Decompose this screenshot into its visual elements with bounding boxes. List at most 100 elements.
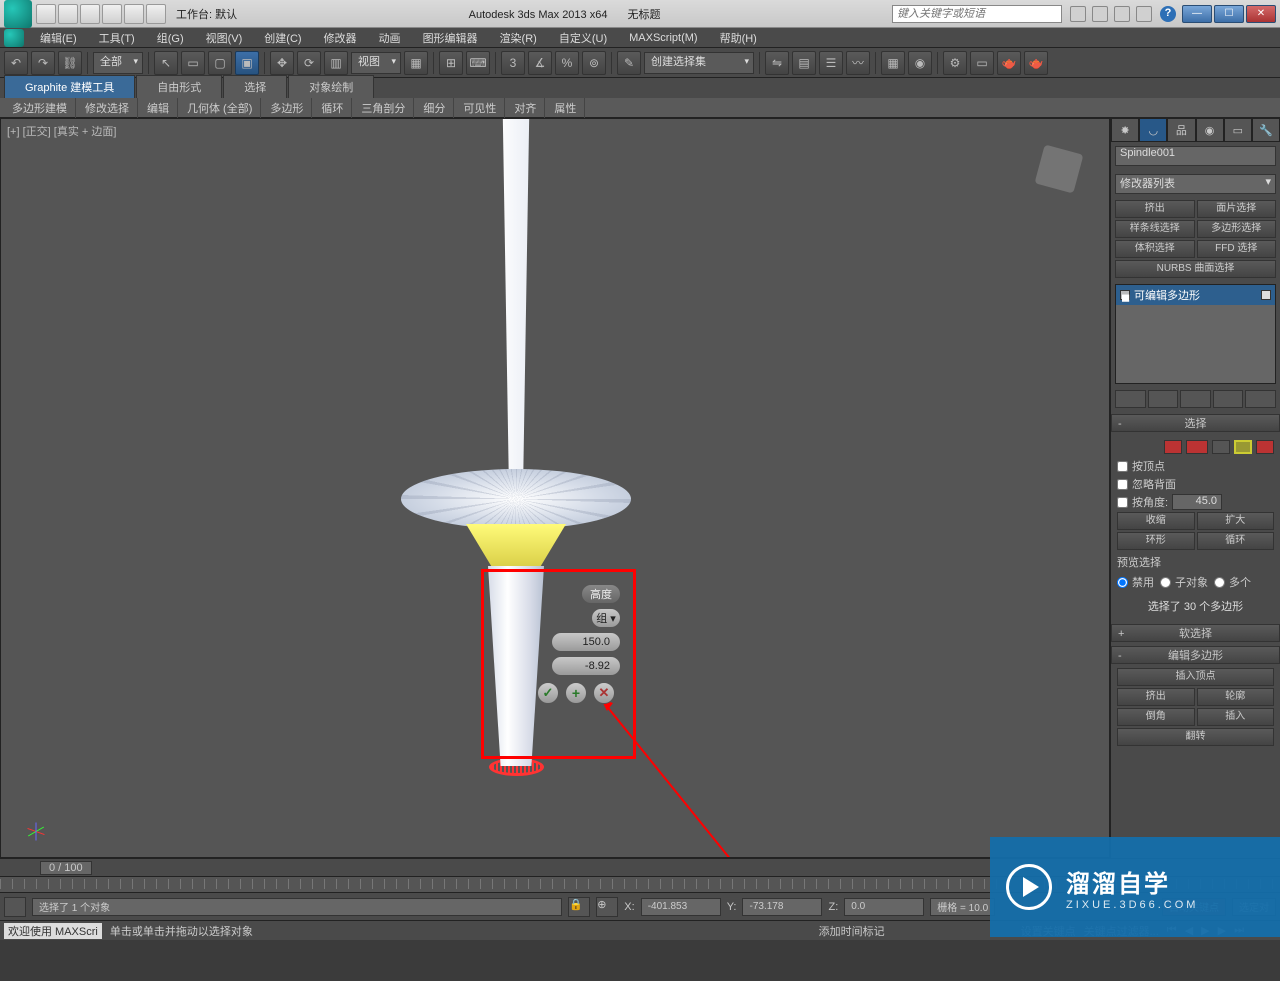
display-tab-icon[interactable]: ▭ — [1224, 118, 1252, 142]
ref-coord-dropdown[interactable]: 视图 — [351, 52, 401, 74]
ribbon-tab[interactable]: Graphite 建模工具 — [4, 75, 135, 98]
inset-button[interactable]: 插入 — [1197, 708, 1275, 726]
scale-icon[interactable]: ▥ — [324, 51, 348, 75]
ribbon-panel[interactable]: 三角剖分 — [353, 98, 414, 118]
stack-expand-icon[interactable]: ◼ — [1120, 290, 1130, 300]
select-name-icon[interactable]: ▭ — [181, 51, 205, 75]
select-region-icon[interactable]: ▢ — [208, 51, 232, 75]
help-icon[interactable]: ? — [1160, 6, 1176, 22]
polygon-mode-icon[interactable] — [1234, 440, 1252, 454]
link-tool-icon[interactable]: ⛓ — [58, 51, 82, 75]
bevel-button[interactable]: 倒角 — [1117, 708, 1195, 726]
align-icon[interactable]: ▤ — [792, 51, 816, 75]
mirror-icon[interactable]: ⇋ — [765, 51, 789, 75]
render-icon[interactable]: 🫖 — [997, 51, 1021, 75]
favorites-icon[interactable] — [1136, 6, 1152, 22]
caddy-apply-button[interactable]: + — [565, 682, 587, 704]
angle-spinner[interactable]: 45.0 — [1172, 494, 1222, 510]
menu-item[interactable]: 修改器 — [314, 28, 367, 48]
grow-button[interactable]: 扩大 — [1197, 512, 1275, 530]
stack-toggle-icon[interactable] — [1261, 290, 1271, 300]
remove-modifier-icon[interactable] — [1213, 390, 1244, 408]
stack-item-editable-poly[interactable]: ◼ 可编辑多边形 — [1116, 285, 1275, 305]
schematic-icon[interactable]: ▦ — [881, 51, 905, 75]
ribbon-panel[interactable]: 可见性 — [455, 98, 505, 118]
pivot-icon[interactable]: ▦ — [404, 51, 428, 75]
menu-item[interactable]: 帮助(H) — [710, 28, 767, 48]
caddy-cancel-button[interactable]: ✕ — [593, 682, 615, 704]
viewport-label[interactable]: [+] [正交] [真实 + 边面] — [7, 123, 116, 139]
menu-item[interactable]: 编辑(E) — [30, 28, 87, 48]
curve-editor-icon[interactable]: 〰 — [846, 51, 870, 75]
modifier-button-2a[interactable]: 样条线选择 — [1115, 220, 1195, 238]
ribbon-tab[interactable]: 选择 — [223, 75, 287, 98]
render-frame-icon[interactable]: ▭ — [970, 51, 994, 75]
edit-named-sel-icon[interactable]: ✎ — [617, 51, 641, 75]
motion-tab-icon[interactable]: ◉ — [1196, 118, 1224, 142]
edge-mode-icon[interactable] — [1186, 440, 1208, 454]
modifier-list-dropdown[interactable]: 修改器列表 ▾ — [1115, 174, 1276, 194]
preview-off-radio[interactable]: 禁用 — [1117, 574, 1154, 590]
ring-button[interactable]: 环形 — [1117, 532, 1195, 550]
ribbon-tab[interactable]: 对象绘制 — [288, 75, 374, 98]
link-icon[interactable] — [146, 4, 166, 24]
border-mode-icon[interactable] — [1212, 440, 1230, 454]
menu-item[interactable]: MAXScript(M) — [619, 30, 707, 46]
maximize-button[interactable]: ☐ — [1214, 5, 1244, 23]
flip-button[interactable]: 翻转 — [1117, 728, 1274, 746]
workspace-selector[interactable]: 工作台: 默认 — [176, 6, 237, 22]
modify-tab-icon[interactable]: ◡ — [1139, 118, 1167, 142]
rollout-edit-polygons[interactable]: 编辑多边形 — [1111, 646, 1280, 664]
ribbon-panel[interactable]: 编辑 — [139, 98, 178, 118]
caddy-height-input[interactable]: 150.0 — [551, 632, 621, 652]
ignore-backfacing-checkbox[interactable]: 忽略背面 — [1117, 476, 1274, 492]
select-manipulate-icon[interactable]: ⊞ — [439, 51, 463, 75]
redo-tool-icon[interactable]: ↷ — [31, 51, 55, 75]
ribbon-panel[interactable]: 属性 — [546, 98, 585, 118]
y-coord[interactable]: -73.178 — [742, 898, 822, 916]
by-vertex-checkbox[interactable]: 按顶点 — [1117, 458, 1274, 474]
modifier-button-1b[interactable]: 面片选择 — [1197, 200, 1277, 218]
make-unique-icon[interactable] — [1180, 390, 1211, 408]
caddy-ok-button[interactable]: ✓ — [537, 682, 559, 704]
hierarchy-tab-icon[interactable]: 品 — [1167, 118, 1195, 142]
infocenter-search[interactable] — [892, 5, 1062, 23]
modifier-button-1a[interactable]: 挤出 — [1115, 200, 1195, 218]
preview-subobj-radio[interactable]: 子对象 — [1160, 574, 1208, 590]
lock-selection-icon[interactable]: 🔒 — [568, 897, 590, 917]
render-iterative-icon[interactable]: 🫖 — [1024, 51, 1048, 75]
viewcube[interactable] — [1035, 145, 1084, 194]
maxscript-listener[interactable]: 欢迎使用 MAXScri — [4, 923, 102, 939]
selection-filter[interactable]: 全部 — [93, 52, 143, 74]
shrink-button[interactable]: 收缩 — [1117, 512, 1195, 530]
insert-vertex-button[interactable]: 插入顶点 — [1117, 668, 1274, 686]
material-editor-icon[interactable]: ◉ — [908, 51, 932, 75]
menu-item[interactable]: 渲染(R) — [490, 28, 547, 48]
window-crossing-icon[interactable]: ▣ — [235, 51, 259, 75]
layers-icon[interactable]: ☰ — [819, 51, 843, 75]
snap-percent-icon[interactable]: % — [555, 51, 579, 75]
z-coord[interactable]: 0.0 — [844, 898, 924, 916]
ribbon-panel[interactable]: 细分 — [415, 98, 454, 118]
spinner-snap-icon[interactable]: ⊚ — [582, 51, 606, 75]
modifier-stack[interactable]: ◼ 可编辑多边形 — [1115, 284, 1276, 384]
object-name-field[interactable]: Spindle001 — [1115, 146, 1276, 166]
move-icon[interactable]: ✥ — [270, 51, 294, 75]
modifier-button-4[interactable]: NURBS 曲面选择 — [1115, 260, 1276, 278]
utilities-tab-icon[interactable]: 🔧 — [1252, 118, 1280, 142]
ribbon-panel[interactable]: 多边形建模 — [4, 98, 76, 118]
x-coord[interactable]: -401.853 — [641, 898, 721, 916]
select-icon[interactable]: ↖ — [154, 51, 178, 75]
by-angle-checkbox[interactable]: 按角度: 45.0 — [1117, 494, 1274, 510]
undo-icon[interactable] — [102, 4, 122, 24]
named-selection-dropdown[interactable]: 创建选择集 — [644, 52, 754, 74]
community-icon[interactable] — [1092, 6, 1108, 22]
add-time-tag[interactable]: 添加时间标记 — [819, 923, 885, 939]
menu-item[interactable]: 动画 — [369, 28, 411, 48]
app-logo[interactable] — [4, 0, 32, 28]
ribbon-tab[interactable]: 自由形式 — [136, 75, 222, 98]
vertex-mode-icon[interactable] — [1164, 440, 1182, 454]
menu-item[interactable]: 自定义(U) — [549, 28, 617, 48]
frame-indicator[interactable]: 0 / 100 — [40, 861, 92, 875]
rollout-soft-selection[interactable]: 软选择 — [1111, 624, 1280, 642]
